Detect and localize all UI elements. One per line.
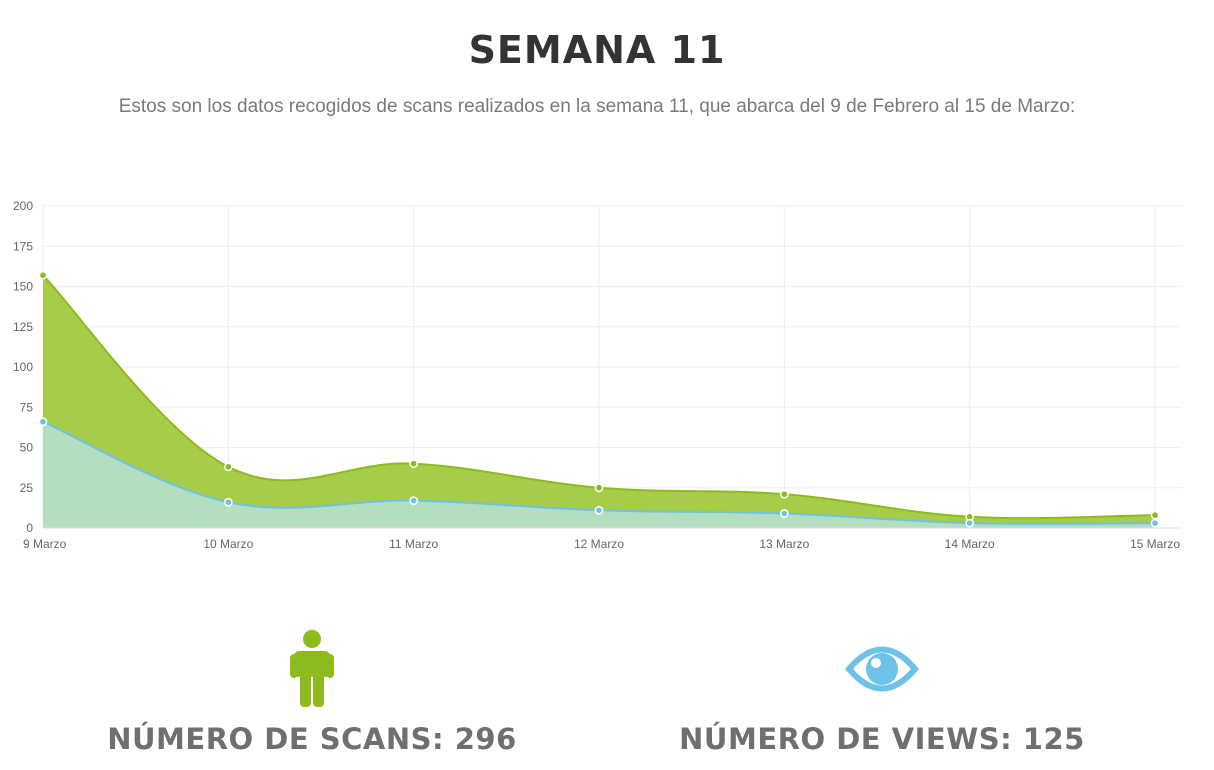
page-title: SEMANA 11 <box>468 28 726 72</box>
y-tick-label: 100 <box>13 360 33 374</box>
data-point-views <box>38 417 48 427</box>
eye-icon <box>845 646 919 692</box>
scans-stat: NÚMERO DE SCANS: 296 <box>12 630 612 756</box>
views-stat: NÚMERO DE VIEWS: 125 <box>582 630 1182 756</box>
y-tick-label: 25 <box>20 481 34 495</box>
scans-count-label: NÚMERO DE SCANS: 296 <box>107 722 517 756</box>
y-tick-label: 75 <box>20 400 34 414</box>
x-tick-label: 9 Marzo <box>23 537 67 551</box>
data-point-scans <box>594 483 604 493</box>
x-tick-label: 13 Marzo <box>759 537 809 551</box>
x-tick-label: 10 Marzo <box>203 537 253 551</box>
weekly-chart: 0 25 50 75 100 125 150 175 200 9 Marzo 10 Marzo 11 … <box>0 190 1214 570</box>
data-point-views <box>594 505 604 515</box>
data-point-scans <box>1150 510 1160 520</box>
y-tick-label: 175 <box>13 239 33 253</box>
data-point-views <box>779 509 789 518</box>
chart-svg: 0 25 50 75 100 125 150 175 200 9 Marzo 10 Marzo 11 … <box>13 199 1182 551</box>
views-count-label: NÚMERO DE VIEWS: 125 <box>679 722 1085 756</box>
data-point-views <box>1150 518 1160 528</box>
data-point-scans <box>223 462 233 472</box>
y-tick-label: 0 <box>26 521 33 535</box>
x-tick-label: 12 Marzo <box>574 537 624 551</box>
y-tick-label: 150 <box>13 280 33 294</box>
data-point-views <box>223 497 233 507</box>
person-icon <box>290 630 334 707</box>
data-point-views <box>409 496 419 505</box>
data-point-scans <box>409 459 419 468</box>
data-point-views <box>965 518 975 528</box>
page-subtitle: Estos son los datos recogidos de scans r… <box>118 96 1076 117</box>
y-tick-label: 50 <box>20 441 34 455</box>
x-tick-label: 11 Marzo <box>389 537 438 551</box>
x-tick-label: 14 Marzo <box>945 537 995 551</box>
y-tick-label: 125 <box>13 320 33 334</box>
x-tick-label: 15 Marzo <box>1130 537 1180 551</box>
y-tick-label: 200 <box>13 199 33 213</box>
data-point-scans <box>779 489 789 499</box>
data-point-scans <box>38 270 48 280</box>
